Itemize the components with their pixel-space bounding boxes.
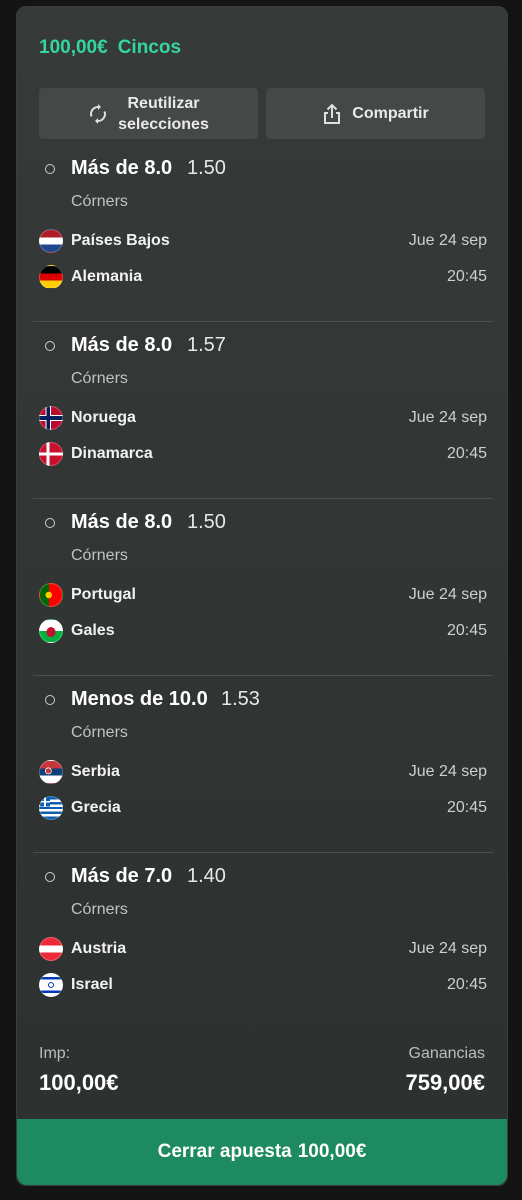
event-time: 20:45 — [446, 445, 487, 462]
flag-israel-icon — [39, 973, 63, 997]
share-label: Compartir — [352, 105, 429, 122]
away-team: Gales — [39, 619, 115, 643]
flag-denmark-icon — [39, 442, 63, 466]
cash-out-amount: 100,00€ — [297, 1141, 367, 1162]
event-date: Jue 24 sep — [408, 763, 487, 780]
away-team: Dinamarca — [39, 442, 153, 466]
away-team: Grecia — [39, 796, 121, 820]
team-name: Serbia — [71, 763, 120, 780]
flag-netherlands-icon — [39, 229, 63, 253]
action-bar: Reutilizar selecciones Compartir — [39, 88, 485, 139]
event-time: 20:45 — [446, 622, 487, 639]
market-type: Córners — [71, 547, 128, 564]
selection-radio-icon — [45, 341, 55, 351]
away-team: Alemania — [39, 265, 142, 289]
home-team: Serbia — [39, 760, 120, 784]
selection-odds: 1.50 — [187, 157, 226, 179]
selections-list: Más de 8.0 1.50 Córners Países Bajos Ale… — [17, 145, 509, 1030]
home-team: Noruega — [39, 406, 136, 430]
selection-item: Más de 8.0 1.50 Córners Países Bajos Ale… — [33, 145, 493, 322]
event-date: Jue 24 sep — [408, 940, 487, 957]
event-time: 20:45 — [446, 976, 487, 993]
team-name: Austria — [71, 940, 127, 957]
event-date: Jue 24 sep — [408, 586, 487, 603]
team-name: Dinamarca — [71, 445, 153, 462]
flag-greece-icon — [39, 796, 63, 820]
event-date: Jue 24 sep — [408, 232, 487, 249]
home-team: Países Bajos — [39, 229, 170, 253]
share-button[interactable]: Compartir — [266, 88, 485, 139]
flag-portugal-icon — [39, 583, 63, 607]
event-time: 20:45 — [446, 268, 487, 285]
market-type: Córners — [71, 724, 128, 741]
team-name: Países Bajos — [71, 232, 170, 249]
selection-odds: 1.57 — [187, 334, 226, 356]
market-type: Córners — [71, 193, 128, 210]
market-type: Córners — [71, 370, 128, 387]
bet-slip-card: 100,00€ Cincos Reutilizar selecciones Co… — [16, 6, 508, 1186]
team-name: Grecia — [71, 799, 121, 816]
team-name: Gales — [71, 622, 115, 639]
away-team: Israel — [39, 973, 113, 997]
selection-radio-icon — [45, 872, 55, 882]
selection-odds: 1.40 — [187, 865, 226, 887]
flag-serbia-icon — [39, 760, 63, 784]
bet-type: Cincos — [117, 37, 182, 58]
event-time: 20:45 — [446, 799, 487, 816]
reuse-selections-button[interactable]: Reutilizar selecciones — [39, 88, 258, 139]
market-type: Córners — [71, 901, 128, 918]
flag-austria-icon — [39, 937, 63, 961]
winnings-label: Ganancias — [408, 1045, 486, 1062]
selection-radio-icon — [45, 164, 55, 174]
market-name: Más de 7.0 — [71, 865, 173, 887]
winnings-value: 759,00€ — [405, 1070, 485, 1095]
team-name: Noruega — [71, 409, 136, 426]
selection-item: Más de 8.0 1.50 Córners Portugal Gales J… — [33, 499, 493, 676]
stake-value: 100,00€ — [39, 1070, 119, 1095]
reuse-selections-label: Reutilizar selecciones — [118, 94, 209, 133]
team-name: Portugal — [71, 586, 136, 603]
selection-radio-icon — [45, 518, 55, 528]
event-date: Jue 24 sep — [408, 409, 487, 426]
cash-out-label: Cerrar apuesta — [157, 1141, 292, 1162]
selection-odds: 1.50 — [187, 511, 226, 533]
home-team: Austria — [39, 937, 126, 961]
selection-item: Más de 7.0 1.40 Córners Austria Israel J… — [33, 853, 493, 1030]
market-name: Menos de 10.0 — [71, 688, 208, 710]
market-name: Más de 8.0 — [71, 511, 173, 533]
selection-item: Menos de 10.0 1.53 Córners Serbia Grecia… — [33, 676, 493, 853]
cash-out-button[interactable]: Cerrar apuesta 100,00€ — [17, 1119, 507, 1185]
team-name: Israel — [71, 976, 113, 993]
selection-radio-icon — [45, 695, 55, 705]
flag-germany-icon — [39, 265, 63, 289]
market-name: Más de 8.0 — [71, 157, 173, 179]
market-name: Más de 8.0 — [71, 334, 173, 356]
team-name: Alemania — [71, 268, 143, 285]
selection-odds: 1.53 — [221, 688, 260, 710]
refresh-icon — [90, 103, 107, 124]
stake-label: Imp: — [39, 1045, 71, 1062]
bet-header: 100,00€ Cincos — [39, 37, 181, 59]
share-icon — [324, 103, 341, 124]
home-team: Portugal — [39, 583, 136, 607]
selection-item: Más de 8.0 1.57 Córners Noruega Dinamarc… — [33, 322, 493, 499]
flag-wales-icon — [39, 619, 63, 643]
bet-amount: 100,00€ — [39, 37, 108, 58]
flag-norway-icon — [39, 406, 63, 430]
